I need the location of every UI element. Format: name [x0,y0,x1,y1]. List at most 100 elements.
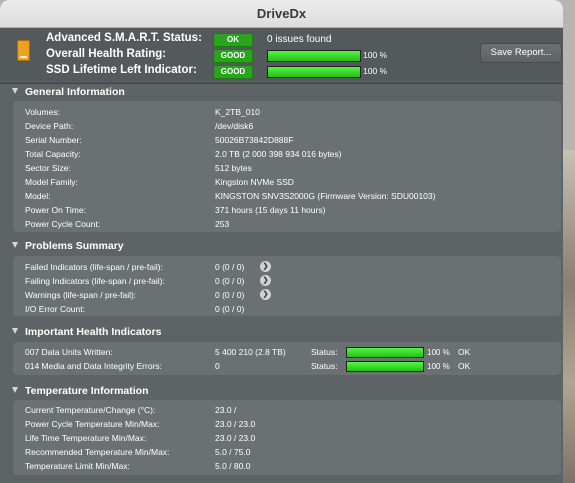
indicator-bar [346,361,424,372]
indicator-row[interactable]: 014 Media and Data Integrity Errors: 0 S… [25,360,555,373]
smart-status-text: 0 issues found [267,34,332,45]
problems-summary-header[interactable]: Problems Summary [12,240,124,252]
temperature-row: Current Temperature/Change (°C): 23.0 / [25,404,555,417]
info-label: Sector Size: [25,163,71,173]
info-row: Power On Time: 371 hours (15 days 11 hour… [25,204,555,217]
info-value: K_2TB_010 [215,107,260,117]
problem-label: I/O Error Count: [25,304,85,314]
problem-value: 0 (0 / 0) [215,304,245,314]
temperature-row: Power Cycle Temperature Min/Max: 23.0 / 2… [25,418,555,431]
details-arrow-icon[interactable]: ❯ [260,275,271,286]
drivedx-window: DriveDx Advanced S.M.A.R.T. Status: OK 0… [0,0,563,483]
problem-row: Warnings (life-span / pre-fail): 0 (0 / 0… [25,289,555,302]
general-information-title: General Information [25,86,125,98]
info-label: Power On Time: [25,205,86,215]
indicator-bar-fill [347,348,423,357]
indicator-row[interactable]: 007 Data Units Written: 5 400 210 (2.8 T… [25,346,555,359]
info-value: Kingston NVMe SSD [215,177,294,187]
indicator-bar [346,347,424,358]
info-row: Model: KINGSTON SNV3S2000G (Firmware Vers… [25,190,555,203]
info-row: Volumes: K_2TB_010 [25,106,555,119]
problem-row: I/O Error Count: 0 (0 / 0) [25,303,555,316]
temperature-information-title: Temperature Information [25,385,149,397]
info-value: 371 hours (15 days 11 hours) [215,205,326,215]
health-rating-badge: GOOD [213,49,253,63]
desktop-background [561,150,575,483]
info-value: KINGSTON SNV3S2000G (Firmware Version: S… [215,191,436,201]
info-row: Total Capacity: 2.0 TB (2 000 398 934 016… [25,148,555,161]
info-value: 253 [215,219,230,229]
problem-value: 0 (0 / 0) [215,276,245,286]
health-rating-label: Overall Health Rating: [46,48,167,60]
temperature-information-header[interactable]: Temperature Information [12,385,149,397]
ssd-lifetime-percent: 100 % [363,66,388,76]
health-indicators-header[interactable]: Important Health Indicators [12,326,162,338]
info-label: Power Cycle Count: [25,219,101,229]
temperature-information-panel: Current Temperature/Change (°C): 23.0 / P… [13,400,561,475]
ssd-lifetime-label: SSD Lifetime Left Indicator: [46,64,197,76]
health-indicators-panel: 007 Data Units Written: 5 400 210 (2.8 T… [13,342,561,375]
info-value: 512 bytes [215,163,252,173]
temperature-label: Power Cycle Temperature Min/Max: [25,419,160,429]
info-row: Device Path: /dev/disk6 [25,120,555,133]
disclosure-triangle-icon [12,387,18,393]
indicator-percent: 100 % [427,362,450,371]
info-label: Model Family: [25,177,78,187]
info-label: Serial Number: [25,135,82,145]
temperature-label: Recommended Temperature Min/Max: [25,447,170,457]
health-rating-bar [267,50,361,62]
ssd-lifetime-badge: GOOD [213,65,253,79]
temperature-label: Temperature Limit Min/Max: [25,461,130,471]
info-row: Model Family: Kingston NVMe SSD [25,176,555,189]
temperature-row: Temperature Limit Min/Max: 5.0 / 80.0 [25,460,555,473]
ssd-lifetime-row: SSD Lifetime Left Indicator: GOOD 100 % [46,64,388,80]
info-label: Device Path: [25,121,74,131]
info-row: Power Cycle Count: 253 [25,218,555,231]
temperature-value: 23.0 / 23.0 [215,419,256,429]
general-information-header[interactable]: General Information [12,86,125,98]
problem-value: 0 (0 / 0) [215,262,245,272]
info-label: Volumes: [25,107,60,117]
problem-value: 0 (0 / 0) [215,290,245,300]
ssd-lifetime-bar [267,66,361,78]
indicator-bar-fill [347,362,423,371]
info-row: Serial Number: 50026B73842D888F [25,134,555,147]
indicator-value: 0 [215,361,220,371]
indicator-status: OK [458,347,471,357]
disclosure-triangle-icon [12,242,18,248]
health-indicators-title: Important Health Indicators [25,326,162,338]
temperature-value: 5.0 / 75.0 [215,447,251,457]
problem-row: Failing Indicators (life-span / pre-fail… [25,275,555,288]
disclosure-triangle-icon [12,88,18,94]
smart-status-row: Advanced S.M.A.R.T. Status: OK 0 issues … [46,32,386,48]
temperature-label: Current Temperature/Change (°C): [25,405,156,415]
status-header: Advanced S.M.A.R.T. Status: OK 0 issues … [0,28,563,84]
smart-status-label: Advanced S.M.A.R.T. Status: [46,32,202,44]
smart-status-badge: OK [213,33,253,47]
indicator-percent: 100 % [427,348,450,357]
info-label: Total Capacity: [25,149,81,159]
problem-row: Failed Indicators (life-span / pre-fail)… [25,261,555,274]
temperature-value: 23.0 / 23.0 [215,433,256,443]
details-arrow-icon[interactable]: ❯ [260,261,271,272]
details-arrow-icon[interactable]: ❯ [260,289,271,300]
info-row: Sector Size: 512 bytes [25,162,555,175]
save-report-button[interactable]: Save Report... [480,43,562,63]
ssd-lifetime-bar-fill [268,67,360,77]
temperature-row: Recommended Temperature Min/Max: 5.0 / 75… [25,446,555,459]
temperature-value: 23.0 / [215,405,237,415]
info-value: /dev/disk6 [215,121,254,131]
info-value: 2.0 TB (2 000 398 934 016 bytes) [215,149,342,159]
status-label: Status: [311,347,338,357]
problem-label: Failed Indicators (life-span / pre-fail)… [25,262,163,272]
problem-label: Failing Indicators (life-span / pre-fail… [25,276,165,286]
status-label: Status: [311,361,338,371]
info-label: Model: [25,191,51,201]
health-rating-bar-fill [268,51,360,61]
health-rating-percent: 100 % [363,50,388,60]
temperature-row: Life Time Temperature Min/Max: 23.0 / 23.… [25,432,555,445]
problems-summary-panel: Failed Indicators (life-span / pre-fail)… [13,256,561,316]
temperature-label: Life Time Temperature Min/Max: [25,433,147,443]
window-title: DriveDx [0,0,563,28]
indicator-status: OK [458,361,471,371]
